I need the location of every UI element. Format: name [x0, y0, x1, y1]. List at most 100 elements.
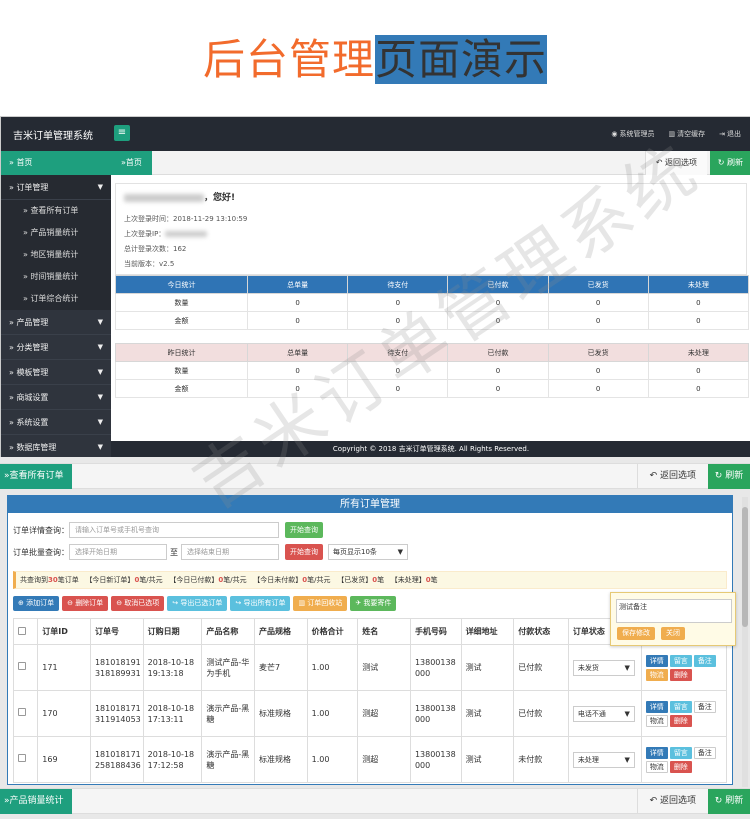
- sidebar-subitem[interactable]: » 查看所有订单: [1, 200, 111, 222]
- table-header: 未处理: [647, 343, 750, 362]
- sidebar-item-category[interactable]: » 分类管理 ▼: [1, 335, 111, 360]
- plus-icon: ⊕: [18, 599, 27, 607]
- logistics-button[interactable]: 物流: [645, 760, 668, 773]
- table-header: 订单号: [89, 618, 144, 645]
- row-checkbox[interactable]: [18, 662, 26, 670]
- refresh-button[interactable]: ↻ 刷新: [708, 464, 750, 489]
- menu-toggle-button[interactable]: ≡: [114, 125, 130, 141]
- delete-button[interactable]: 删除: [669, 714, 692, 727]
- caret-down-icon: ▼: [397, 548, 403, 556]
- sidebar-subitem[interactable]: » 产品销量统计: [1, 222, 111, 244]
- caret-down-icon: ▼: [624, 709, 630, 718]
- message-button[interactable]: 留言: [669, 746, 692, 759]
- table-row: 170 181018171311914053 2018-10-18 17:13:…: [12, 690, 728, 737]
- order-status-select[interactable]: 未处理 ▼: [572, 751, 635, 768]
- table-header: 付款状态: [513, 618, 569, 645]
- back-options-button[interactable]: ↶ 返回选项: [636, 789, 708, 814]
- sidebar-item-mall[interactable]: » 商城设置 ▼: [1, 385, 111, 410]
- page-size-select[interactable]: 每页显示10条 ▼: [328, 544, 408, 560]
- order-status-select[interactable]: 未发货 ▼: [572, 659, 635, 676]
- login-count: 总计登录次数：162: [124, 245, 187, 253]
- detail-button[interactable]: 详情: [645, 746, 668, 759]
- start-query-button[interactable]: 开始查询: [285, 522, 323, 538]
- logistics-button[interactable]: 物流: [645, 668, 668, 681]
- batch-query-row: 订单批量查询： 选择开始日期 至 选择结束日期 开始查询 每页显示10条 ▼: [13, 544, 408, 560]
- table-header: 已发货: [547, 343, 649, 362]
- sidebar-item-database[interactable]: » 数据库管理 ▼: [1, 435, 111, 458]
- refresh-button[interactable]: ↻ 刷新: [709, 151, 750, 175]
- back-options-button[interactable]: ↶ 返回选项: [636, 464, 708, 489]
- sidebar-subitem[interactable]: » 地区销量统计: [1, 244, 111, 266]
- tab-home[interactable]: »首页: [111, 151, 152, 175]
- detail-query-row: 订单详情查询： 请输入订单号或手机号查询 开始查询: [13, 522, 323, 538]
- delete-button[interactable]: 删除: [669, 668, 692, 681]
- send-package-button[interactable]: ✈ 我要寄件: [350, 596, 397, 611]
- row-checkbox[interactable]: [18, 754, 26, 762]
- add-order-button[interactable]: ⊕ 添加订单: [13, 596, 60, 611]
- copyright-footer: Copyright © 2018 吉米订单管理系统. All Rights Re…: [111, 441, 750, 458]
- table-header: 待支付: [347, 343, 449, 362]
- table-header: 昨日统计: [114, 343, 249, 362]
- message-button[interactable]: 留言: [669, 654, 692, 667]
- delete-button[interactable]: 删除: [669, 760, 692, 773]
- caret-down-icon: ▼: [97, 183, 103, 191]
- sidebar-item-product[interactable]: » 产品管理 ▼: [1, 310, 111, 335]
- table-row: 数量 0 0 0 0 0: [114, 293, 750, 312]
- detail-query-input[interactable]: 请输入订单号或手机号查询: [69, 522, 279, 538]
- save-remark-button[interactable]: 保存修改: [617, 627, 655, 640]
- export-all-button[interactable]: ↪ 导出所有订单: [230, 596, 291, 611]
- table-header: 订单ID: [37, 618, 91, 645]
- remark-button[interactable]: 备注: [693, 654, 716, 667]
- batch-query-button[interactable]: 开始查询: [285, 544, 323, 560]
- order-status-select[interactable]: 电话不通 ▼: [572, 705, 635, 722]
- detail-button[interactable]: 详情: [645, 700, 668, 713]
- table-row: 171 181018191318189931 2018-10-18 19:13:…: [12, 644, 728, 691]
- admin-link[interactable]: ◉ 系统管理员: [611, 129, 654, 139]
- delete-order-button[interactable]: ⊖ 删除订单: [62, 596, 109, 611]
- tab-all-orders[interactable]: »查看所有订单: [0, 464, 72, 489]
- top-nav: ◉ 系统管理员 ▥ 清空缓存 ⇥ 退出: [611, 129, 741, 139]
- sidebar-subitem[interactable]: » 订单综合统计: [1, 288, 111, 310]
- detail-query-label: 订单详情查询：: [13, 525, 69, 535]
- row-checkbox[interactable]: [18, 708, 26, 716]
- message-button[interactable]: 留言: [669, 700, 692, 713]
- table-header: 产品名称: [201, 618, 255, 645]
- sidebar-subitem[interactable]: » 时间销量统计: [1, 266, 111, 288]
- remark-button[interactable]: 备注: [693, 746, 716, 759]
- remark-button[interactable]: 备注: [693, 700, 716, 713]
- select-all-checkbox[interactable]: [18, 626, 26, 635]
- refresh-button[interactable]: ↻ 刷新: [708, 789, 750, 814]
- cancel-selection-button[interactable]: ⊖ 取消已选项: [111, 596, 165, 611]
- remark-textarea[interactable]: 测试备注: [616, 599, 732, 623]
- table-header: 价格合计: [306, 618, 359, 645]
- sidebar-item-home[interactable]: » 首页: [1, 151, 111, 175]
- refresh-icon: ↻: [717, 158, 727, 167]
- start-date-input[interactable]: 选择开始日期: [69, 544, 167, 560]
- back-options-button[interactable]: ↶ 返回选项: [644, 151, 707, 175]
- trash-icon: ▥: [668, 130, 676, 138]
- refresh-icon: ↻: [714, 796, 726, 806]
- end-date-input[interactable]: 选择结束日期: [181, 544, 279, 560]
- row-actions: 详情 留言 备注 物流 删除: [645, 746, 726, 773]
- table-row: 169 181018171258188436 2018-10-18 17:12:…: [12, 736, 728, 783]
- caret-down-icon: ▼: [97, 418, 103, 426]
- sidebar-item-system[interactable]: » 系统设置 ▼: [1, 410, 111, 435]
- table-header: 今日统计: [114, 275, 249, 294]
- clear-cache-link[interactable]: ▥ 清空缓存: [669, 129, 706, 139]
- user-icon: ◉: [611, 130, 618, 138]
- sidebar-item-template[interactable]: » 模板管理 ▼: [1, 360, 111, 385]
- detail-button[interactable]: 详情: [645, 654, 668, 667]
- scrollbar[interactable]: [742, 497, 748, 787]
- table-row: 金额 0 0 0 0 0: [114, 379, 750, 398]
- refresh-icon: ↻: [714, 471, 726, 481]
- sidebar-item-order-mgmt[interactable]: » 订单管理 ▼: [1, 175, 111, 200]
- tab-product-sales[interactable]: »产品销量统计: [0, 789, 72, 814]
- today-stat-table: 今日统计 总单量 待支付 已付款 已发货 未处理 数量 0 0 0 0 0 金额 0 0 0 0 0: [114, 275, 750, 330]
- export-selected-button[interactable]: ↪ 导出已选订单: [167, 596, 228, 611]
- logistics-button[interactable]: 物流: [645, 714, 668, 727]
- recycle-bin-button[interactable]: ▥ 订单回收站: [293, 596, 348, 611]
- close-popup-button[interactable]: 关闭: [661, 627, 685, 640]
- bottom-tab-bar: »产品销量统计 ↶ 返回选项 ↻ 刷新: [0, 788, 750, 814]
- scrollbar-thumb[interactable]: [742, 507, 748, 627]
- logout-link[interactable]: ⇥ 退出: [719, 129, 741, 139]
